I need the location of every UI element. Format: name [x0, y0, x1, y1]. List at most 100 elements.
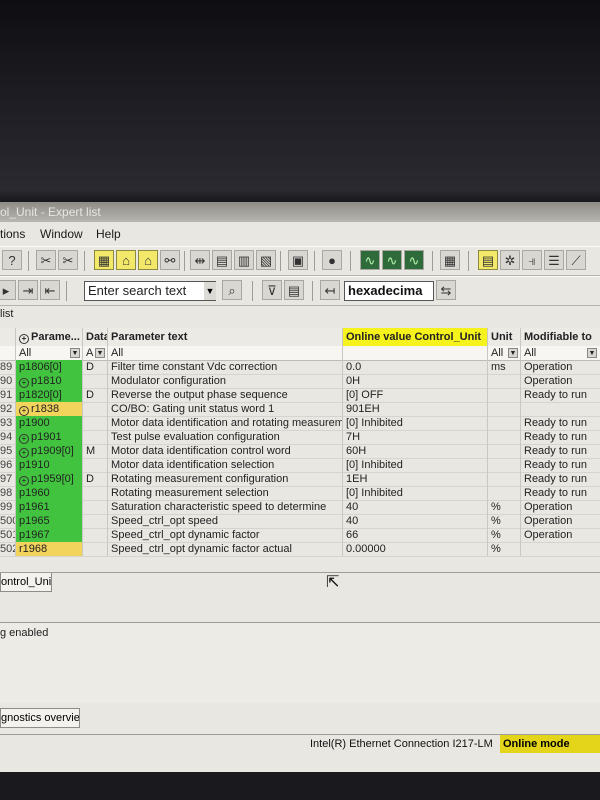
expand-icon[interactable]: + [19, 476, 29, 486]
menu-window[interactable]: Window [40, 224, 83, 244]
header-unit[interactable]: Unit [488, 328, 521, 346]
filter-modifiable-to[interactable]: All ▼ [521, 346, 600, 360]
cut-icon[interactable]: ✂ [36, 250, 56, 270]
table-row[interactable]: 95 + p1909[0] M Motor data identification co… [0, 444, 600, 459]
online-value[interactable]: [0] Inhibited [343, 458, 488, 472]
table-row[interactable]: 93 p1900 Motor data identification and rot… [0, 416, 600, 431]
chevron-down-icon[interactable]: ▼ [508, 348, 518, 358]
table-row[interactable]: 92 + r1838 CO/BO: Gating unit status word 1… [0, 402, 600, 417]
table-row[interactable]: 91 p1820[0] D Reverse the output phase sequ… [0, 388, 600, 403]
online-value[interactable]: 60H [343, 444, 488, 458]
parameter-number[interactable]: p1965 [16, 514, 83, 528]
parameter-number[interactable]: + p1909[0] [16, 444, 83, 458]
function-generator-icon[interactable]: ∿ [404, 250, 424, 270]
project-view-icon[interactable]: ▦ [94, 250, 114, 270]
parameter-number[interactable]: p1820[0] [16, 388, 83, 402]
apply-format-icon[interactable]: ⇆ [436, 280, 456, 300]
parameter-number[interactable]: + p1810 [16, 374, 83, 388]
online-value[interactable]: 0.0 [343, 360, 488, 374]
parameter-list-icon[interactable]: ▤ [478, 250, 498, 270]
filter-icon[interactable]: ⊽ [262, 280, 282, 300]
table-row[interactable]: 501p1967 Speed_ctrl_opt dynamic factor66%… [0, 528, 600, 543]
menu-options[interactable]: tions [0, 224, 25, 244]
online-value[interactable]: 7H [343, 430, 488, 444]
download-icon[interactable]: ▤ [212, 250, 232, 270]
parameter-number[interactable]: + p1901 [16, 430, 83, 444]
table-row[interactable]: 90 + p1810 Modulator configuration 0H Operati… [0, 374, 600, 389]
parameter-number[interactable]: + r1838 [16, 402, 83, 416]
online-value[interactable]: 66 [343, 528, 488, 542]
menu-help[interactable]: Help [96, 224, 121, 244]
window-title-bar[interactable]: ol_Unit - Expert list [0, 202, 600, 222]
parameter-number[interactable]: + p1959[0] [16, 472, 83, 486]
online-value[interactable]: 1EH [343, 472, 488, 486]
table-row[interactable]: 99 p1961 Saturation characteristic speed t… [0, 500, 600, 515]
binoculars-search-icon[interactable]: ⌕ [222, 280, 242, 300]
search-input[interactable]: Enter search text [84, 281, 216, 301]
accessible-nodes-icon[interactable]: ● [322, 250, 342, 270]
parameter-number[interactable]: p1967 [16, 528, 83, 542]
expert-list-icon[interactable]: ▣ [288, 250, 308, 270]
offline-icon[interactable]: ⌂ [138, 250, 158, 270]
parameter-number[interactable]: p1910 [16, 458, 83, 472]
header-data-set[interactable]: Data [83, 328, 108, 346]
tab-diagnostics-overview[interactable]: gnostics overview [0, 708, 80, 728]
open-icon[interactable]: ▸ [0, 280, 16, 300]
expand-icon[interactable]: + [19, 448, 29, 458]
header-online-value[interactable]: Online value Control_Unit [343, 328, 488, 346]
filter-settings-icon[interactable]: ☰ [544, 250, 564, 270]
chevron-down-icon[interactable]: ▼ [95, 348, 105, 358]
tab-control-unit[interactable]: ontrol_Unit [0, 573, 52, 592]
parameter-number[interactable]: p1961 [16, 500, 83, 514]
filter-data-set[interactable]: A ▼ [83, 346, 108, 360]
connect-icon[interactable]: ⇹ [190, 250, 210, 270]
expand-icon[interactable]: + [19, 406, 29, 416]
online-value[interactable]: 901EH [343, 402, 488, 416]
parameter-number[interactable]: p1900 [16, 416, 83, 430]
table-row[interactable]: 89 p1806[0] D Filter time constant Vdc corr… [0, 360, 600, 375]
copy-ram-rom-icon[interactable]: ▧ [256, 250, 276, 270]
filter-unit[interactable]: All ▼ [488, 346, 521, 360]
header-parameter[interactable]: + Parame... [16, 328, 83, 346]
filter-parameter-text[interactable]: All [108, 346, 343, 360]
table-row[interactable]: 96 p1910 Motor data identification selecti… [0, 458, 600, 473]
back-arrow-icon[interactable]: ↤ [320, 280, 340, 300]
chevron-down-icon[interactable]: ▼ [587, 348, 597, 358]
export-icon[interactable]: ⇤ [40, 280, 60, 300]
trace-icon[interactable]: ∿ [360, 250, 380, 270]
online-value[interactable]: [0] Inhibited [343, 416, 488, 430]
chevron-down-icon[interactable]: ▼ [70, 348, 80, 358]
ramp-function-icon[interactable]: ⟋ [566, 250, 586, 270]
parameter-number[interactable]: p1806[0] [16, 360, 83, 374]
online-icon[interactable]: ⌂ [116, 250, 136, 270]
number-format-select[interactable]: hexadecima [344, 281, 434, 301]
expand-icon[interactable]: + [19, 434, 29, 444]
online-value[interactable]: 40 [343, 500, 488, 514]
settings-gear-icon[interactable]: ✲ [500, 250, 520, 270]
import-icon[interactable]: ⇥ [18, 280, 38, 300]
table-row[interactable]: 98 p1960 Rotating measurement selection [0]… [0, 486, 600, 501]
table-row[interactable]: 502r1968 Speed_ctrl_opt dynamic factor ac… [0, 542, 600, 557]
online-value[interactable]: 0.00000 [343, 542, 488, 556]
online-value[interactable]: 0H [343, 374, 488, 388]
filter-online-value[interactable] [343, 346, 488, 360]
help-icon[interactable]: ? [2, 250, 22, 270]
parameter-number[interactable]: p1960 [16, 486, 83, 500]
table-row[interactable]: 97 + p1959[0] D Rotating measurement configu… [0, 472, 600, 487]
header-parameter-text[interactable]: Parameter text [108, 328, 343, 346]
measure-icon[interactable]: ∿ [382, 250, 402, 270]
chevron-down-icon[interactable]: ▼ [204, 282, 216, 300]
device-diagnostics-icon[interactable]: ▦ [440, 250, 460, 270]
online-value[interactable]: [0] OFF [343, 388, 488, 402]
filter-edit-icon[interactable]: ▤ [284, 280, 304, 300]
control-panel-icon[interactable]: ⫣ [522, 250, 542, 270]
network-icon[interactable]: ⚯ [160, 250, 180, 270]
online-value[interactable]: 40 [343, 514, 488, 528]
table-row[interactable]: 500p1965 Speed_ctrl_opt speed40%Operation [0, 514, 600, 529]
header-modifiable-to[interactable]: Modifiable to [521, 328, 600, 346]
cut-disabled-icon[interactable]: ✂ [58, 250, 78, 270]
expand-icon[interactable]: + [19, 378, 29, 388]
filter-parameter[interactable]: All ▼ [16, 346, 83, 360]
expand-all-icon[interactable]: + [19, 334, 29, 344]
upload-icon[interactable]: ▥ [234, 250, 254, 270]
